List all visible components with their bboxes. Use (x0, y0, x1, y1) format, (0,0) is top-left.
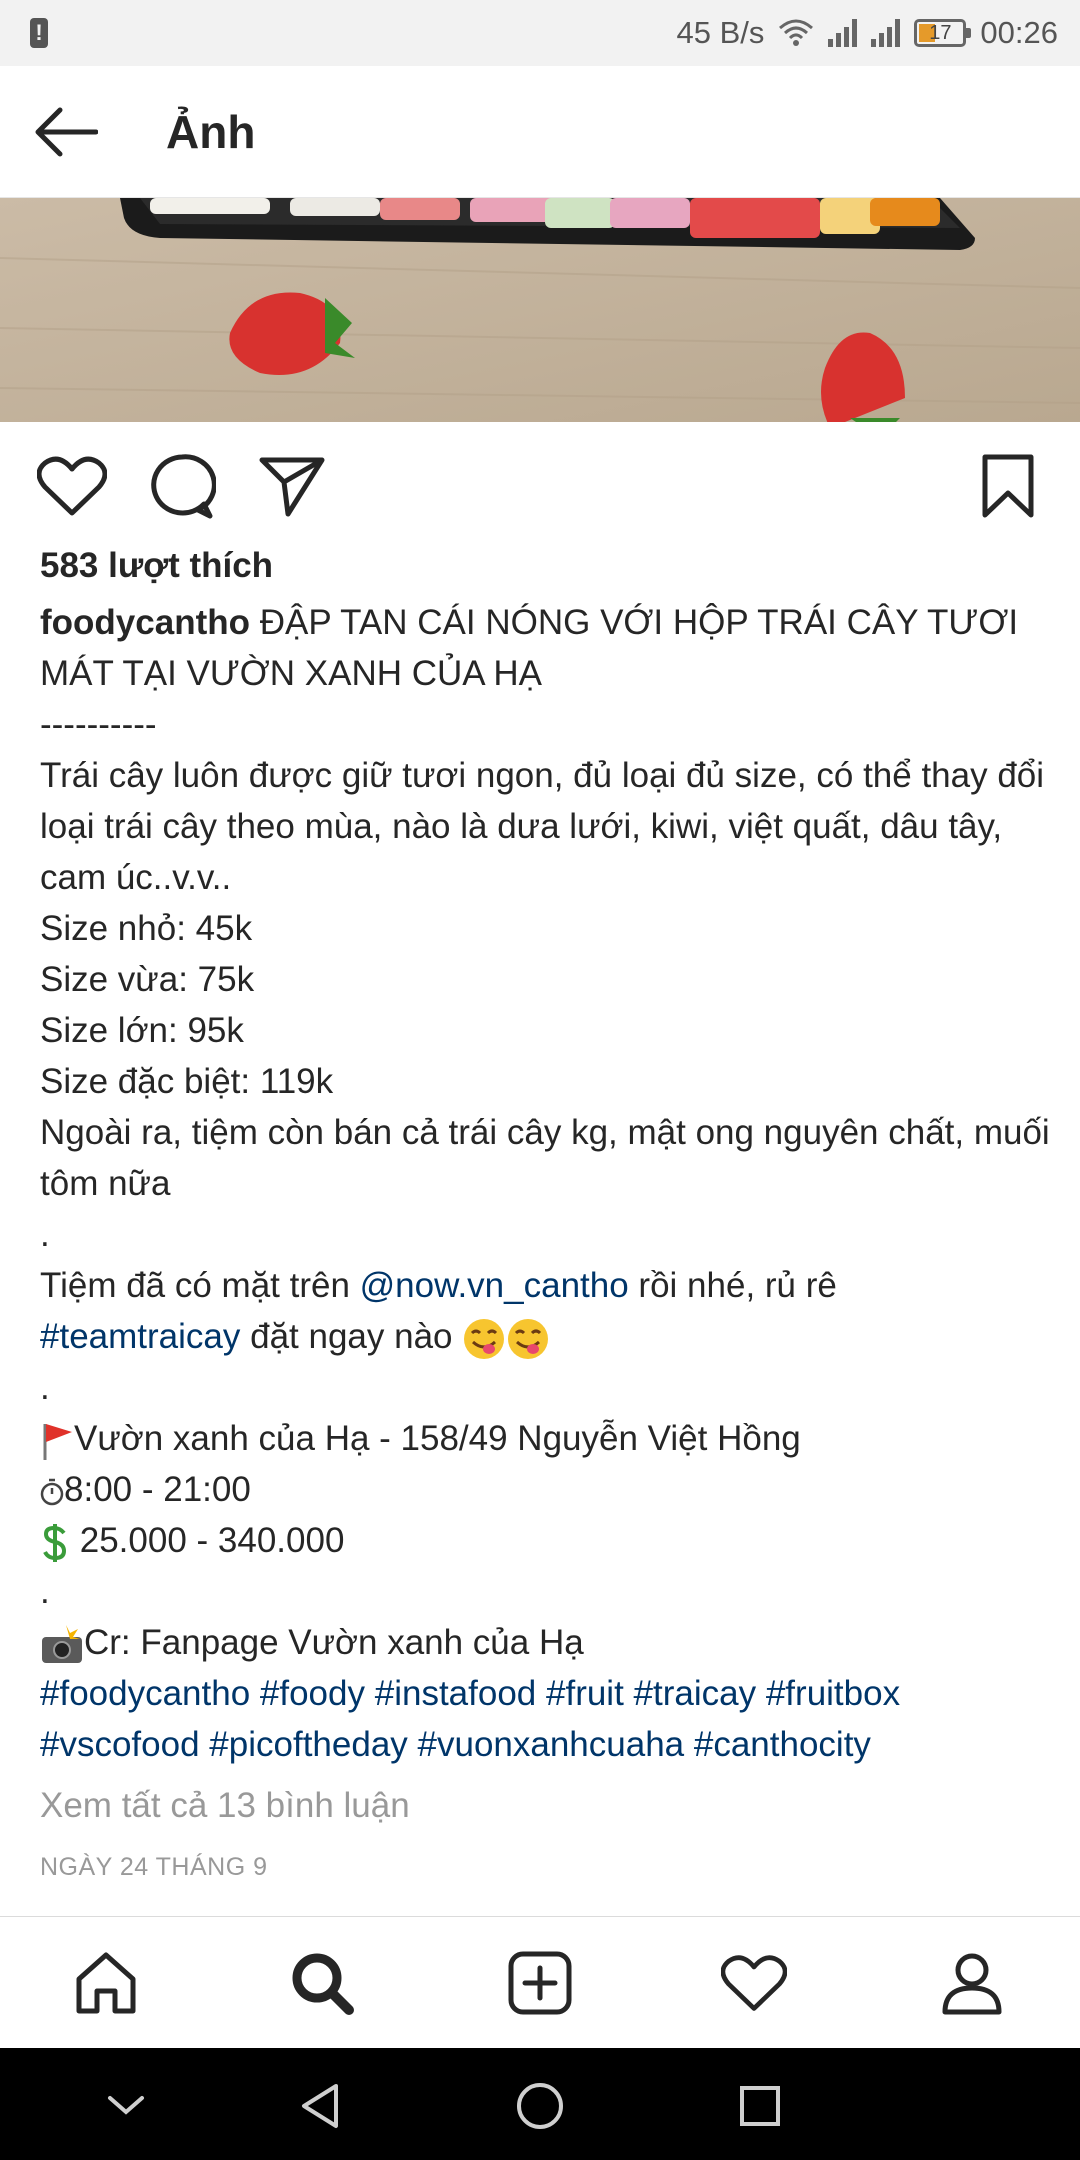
battery-icon: 17 (914, 19, 972, 47)
red-flag-icon (43, 1423, 72, 1460)
profile-icon (942, 1953, 1002, 2015)
post-actions (0, 440, 1080, 530)
sys-recents-button[interactable] (730, 2076, 790, 2136)
hashtag-link[interactable]: #canthocity (694, 1725, 871, 1764)
system-nav-bar (0, 2048, 1080, 2160)
size-special: Size đặc biệt: 119k (40, 1062, 334, 1101)
hours-text: 8:00 - 21:00 (64, 1470, 251, 1509)
arrow-left-icon (35, 107, 98, 156)
share-button[interactable] (254, 448, 330, 524)
hashtag-link[interactable]: #vuonxanhcuaha (418, 1725, 685, 1764)
net-speed: 45 B/s (676, 15, 765, 50)
now-line: Tiệm đã có mặt trên @now.vn_cantho rồi n… (40, 1260, 1050, 1311)
team-line: #teamtraicay đặt ngay nào (40, 1311, 1050, 1362)
address-line: Vườn xanh của Hạ - 158/49 Nguyễn Việt Hồ… (40, 1413, 1050, 1464)
price-text: 25.000 - 340.000 (79, 1521, 345, 1560)
hashtag-link[interactable]: #foody (260, 1674, 365, 1713)
nav-add[interactable] (498, 1941, 582, 2025)
dot-separator-3: . (40, 1572, 50, 1611)
post-date: NGÀY 24 THÁNG 9 (40, 1853, 268, 1881)
nav-profile[interactable] (930, 1941, 1014, 2025)
post-body: 583 lượt thích foodycantho ĐẬP TAN CÁI N… (40, 540, 1050, 1893)
credit-text: Cr: Fanpage Vườn xanh của Hạ (84, 1623, 584, 1662)
view-comments-link[interactable]: Xem tất cả 13 bình luận (40, 1776, 1050, 1836)
fruit-box-photo (0, 198, 1080, 422)
caption-headline: foodycantho ĐẬP TAN CÁI NÓNG VỚI HỘP TRÁ… (40, 597, 1050, 699)
hashtag-link[interactable]: #vscofood (40, 1725, 200, 1764)
bottom-nav (0, 1916, 1080, 2048)
dot-separator: . (40, 1215, 50, 1254)
square-recents-icon (740, 2086, 780, 2126)
price-line: 25.000 - 340.000 (40, 1515, 1050, 1566)
sys-back-button[interactable] (290, 2076, 350, 2136)
heart-icon (37, 456, 107, 516)
credit-line: Cr: Fanpage Vườn xanh của Hạ (40, 1617, 1050, 1668)
sys-home-button[interactable] (510, 2076, 570, 2136)
bookmark-icon (982, 454, 1034, 518)
search-icon (292, 1953, 354, 2015)
hours-line: 8:00 - 21:00 (40, 1464, 1050, 1515)
triangle-back-icon (302, 2084, 338, 2128)
yum-emoji-icon-2 (508, 1318, 549, 1359)
chevron-down-icon (108, 2096, 144, 2115)
mention-link[interactable]: @now.vn_cantho (360, 1266, 629, 1305)
yum-emoji-icon (464, 1318, 505, 1359)
signal-icon (828, 19, 858, 47)
hashtag-link[interactable]: #foodycantho (40, 1674, 250, 1713)
hashtags-line-2: #vscofood #picoftheday #vuonxanhcuaha #c… (40, 1719, 1050, 1770)
hashtag-link[interactable]: #picoftheday (209, 1725, 407, 1764)
hashtags-line-1: #foodycantho #foody #instafood #fruit #t… (40, 1668, 1050, 1719)
post-image[interactable] (0, 198, 1080, 422)
app-header: Ảnh (0, 66, 1080, 198)
hashtag-link[interactable]: #instafood (375, 1674, 537, 1713)
signal-icon-2 (871, 19, 901, 47)
extra-text: Ngoài ra, tiệm còn bán cả trái cây kg, m… (40, 1113, 1050, 1203)
send-icon (259, 457, 325, 517)
home-icon (76, 1952, 136, 2014)
size-medium: Size vừa: 75k (40, 960, 255, 999)
stopwatch-icon (40, 1478, 64, 1505)
description-text: Trái cây luôn được giữ tươi ngon, đủ loạ… (40, 756, 1045, 897)
hashtag-link[interactable]: #teamtraicay (40, 1317, 240, 1356)
nav-search[interactable] (280, 1941, 364, 2025)
hashtag-link[interactable]: #fruit (546, 1674, 624, 1713)
status-bar: 45 B/s 17 00:26 (0, 0, 1080, 66)
clock: 00:26 (980, 15, 1058, 50)
team-suffix: đặt ngay nào (240, 1317, 463, 1356)
nav-home[interactable] (64, 1941, 148, 2025)
size-small: Size nhỏ: 45k (40, 909, 253, 948)
alert-icon (30, 18, 48, 48)
separator: ---------- (40, 705, 157, 744)
back-button[interactable] (0, 66, 130, 198)
hashtag-link[interactable]: #traicay (634, 1674, 757, 1713)
wifi-icon (779, 19, 814, 46)
like-button[interactable] (34, 448, 110, 524)
now-suffix: rồi nhé, rủ rê (628, 1266, 837, 1305)
likes-count[interactable]: 583 lượt thích (40, 540, 1050, 591)
dollar-sign-icon (43, 1523, 67, 1562)
hashtag-link[interactable]: #fruitbox (766, 1674, 900, 1713)
now-prefix: Tiệm đã có mặt trên (40, 1266, 360, 1305)
sys-hide-button[interactable] (96, 2076, 156, 2136)
page-title: Ảnh (166, 105, 256, 158)
dot-separator-2: . (40, 1368, 50, 1407)
comment-button[interactable] (144, 448, 220, 524)
heart-icon (721, 1955, 787, 2011)
nav-activity[interactable] (712, 1941, 796, 2025)
camera-flash-icon (42, 1624, 82, 1663)
size-large: Size lớn: 95k (40, 1011, 244, 1050)
add-icon (508, 1951, 572, 2015)
circle-home-icon (517, 2083, 563, 2129)
comment-icon (151, 454, 216, 519)
address-text: Vườn xanh của Hạ - 158/49 Nguyễn Việt Hồ… (74, 1419, 801, 1458)
username-link[interactable]: foodycantho (40, 603, 250, 642)
save-button[interactable] (970, 448, 1046, 524)
